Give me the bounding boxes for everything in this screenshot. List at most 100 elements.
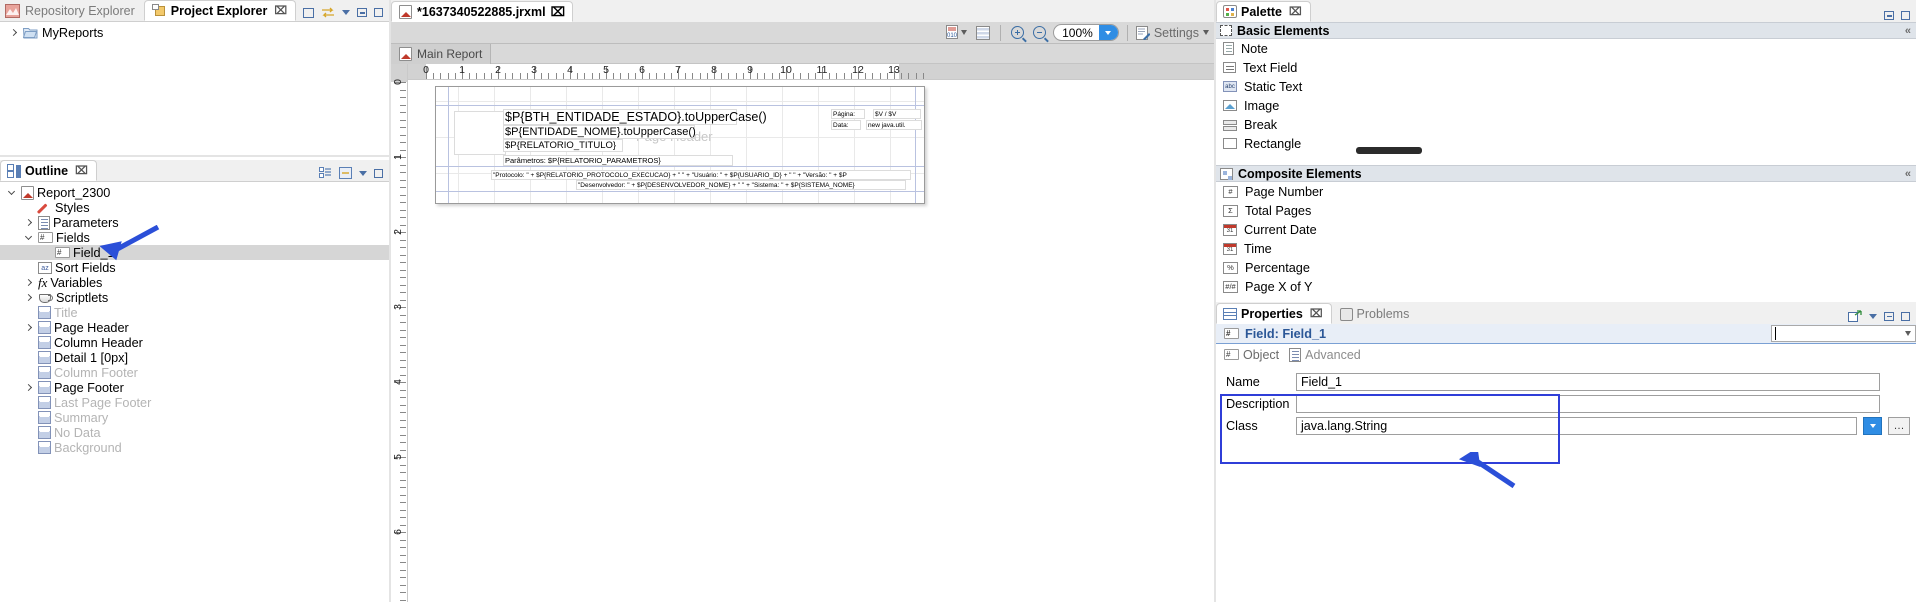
- tree-item-myreports[interactable]: MyReports: [0, 25, 389, 40]
- palette-item-percentage[interactable]: % Percentage: [1216, 258, 1916, 277]
- outline-item-fields[interactable]: # Fields: [0, 230, 389, 245]
- close-icon[interactable]: ⌧: [1310, 307, 1323, 320]
- outline-item-detail-1-0px[interactable]: Detail 1 [0px]: [0, 350, 389, 365]
- report-text-element[interactable]: $P{BTH_ENTIDADE_ESTADO}.toUpperCase(): [503, 109, 767, 125]
- palette-item-rectangle[interactable]: Rectangle: [1216, 134, 1916, 153]
- outline-item-scriptlets[interactable]: Scriptlets: [0, 290, 389, 305]
- close-icon[interactable]: ⌧: [274, 4, 287, 17]
- palette-item-total-pages[interactable]: Σ Total Pages: [1216, 201, 1916, 220]
- outline-item-title[interactable]: Title: [0, 305, 389, 320]
- expand-arrow-icon[interactable]: [21, 323, 35, 332]
- tab-main-report[interactable]: Main Report: [391, 43, 492, 64]
- collapse-group-icon[interactable]: «: [1905, 168, 1911, 180]
- field-selector-combo[interactable]: [1771, 325, 1916, 342]
- subtab-advanced[interactable]: Advanced: [1289, 347, 1361, 362]
- close-icon[interactable]: ⌧: [1289, 5, 1302, 18]
- outline-item-report-2300[interactable]: Report_2300: [0, 185, 389, 200]
- minimize-icon[interactable]: [1884, 11, 1894, 20]
- outline-item-parameters[interactable]: Parameters: [0, 215, 389, 230]
- show-bands-button[interactable]: [974, 24, 992, 42]
- class-field[interactable]: java.lang.String: [1296, 417, 1857, 435]
- chevron-down-icon[interactable]: [1203, 30, 1209, 35]
- sort-icon[interactable]: [319, 167, 332, 179]
- palette-group-composite-elements[interactable]: Composite Elements «: [1216, 165, 1916, 182]
- chevron-down-icon[interactable]: [1905, 331, 1911, 336]
- expand-arrow-icon[interactable]: [21, 278, 35, 287]
- palette-scroll-thumb[interactable]: [1356, 147, 1422, 154]
- outline-item-no-data[interactable]: No Data: [0, 425, 389, 440]
- horizontal-ruler[interactable]: 0 1 2 3 4 5 6 7 8 9 10 11 12 13: [408, 64, 1215, 80]
- new-window-icon[interactable]: [1848, 310, 1862, 322]
- tab-project-explorer[interactable]: Project Explorer ⌧: [143, 0, 297, 21]
- expand-arrow-icon[interactable]: [6, 28, 20, 37]
- report-text-element[interactable]: "Protocolo: " + $P{RELATORIO_PROTOCOLO_E…: [491, 170, 911, 180]
- report-text-element[interactable]: Data:: [831, 120, 861, 130]
- outline-item-last-page-footer[interactable]: Last Page Footer: [0, 395, 389, 410]
- palette-item-page-x-of-y[interactable]: #/# Page X of Y: [1216, 277, 1916, 296]
- zoom-in-button[interactable]: [1009, 24, 1026, 42]
- maximize-icon[interactable]: [374, 8, 383, 17]
- tab-repository-explorer[interactable]: Repository Explorer: [0, 0, 144, 21]
- tab-jrxml-file[interactable]: *1637340522885.jrxml ⌧: [391, 1, 573, 22]
- chevron-down-icon[interactable]: [1098, 25, 1118, 40]
- palette-item-page-number[interactable]: # Page Number: [1216, 182, 1916, 201]
- maximize-icon[interactable]: [1901, 11, 1910, 20]
- outline-item-summary[interactable]: Summary: [0, 410, 389, 425]
- report-text-element[interactable]: Parâmetros: $P{RELATORIO_PARAMETROS}: [503, 155, 733, 166]
- close-icon[interactable]: ⌧: [75, 164, 88, 177]
- palette-item-image[interactable]: Image: [1216, 96, 1916, 115]
- palette-item-time[interactable]: 31 Time: [1216, 239, 1916, 258]
- report-text-element[interactable]: $V / $V: [873, 109, 921, 119]
- view-menu-icon[interactable]: [342, 10, 350, 15]
- report-text-element[interactable]: "Desenvolvedor: " + $P{DESENVOLVEDOR_NOM…: [576, 180, 906, 190]
- palette-item-note[interactable]: Note: [1216, 39, 1916, 58]
- browse-class-button[interactable]: …: [1888, 417, 1910, 435]
- outline-item-column-footer[interactable]: Column Footer: [0, 365, 389, 380]
- report-text-element[interactable]: $P{RELATORIO_TITULO}: [503, 139, 623, 152]
- outline-item-variables[interactable]: fx Variables: [0, 275, 389, 290]
- outline-item-styles[interactable]: Styles: [0, 200, 389, 215]
- page-numbering-button[interactable]: 010: [943, 24, 969, 42]
- outline-item-page-header[interactable]: Page Header: [0, 320, 389, 335]
- collapse-arrow-icon[interactable]: [4, 187, 18, 196]
- minimize-icon[interactable]: [1884, 311, 1894, 321]
- collapse-group-icon[interactable]: «: [1905, 25, 1911, 37]
- chevron-down-icon[interactable]: [961, 30, 968, 35]
- maximize-icon[interactable]: [1901, 311, 1910, 321]
- description-field[interactable]: [1296, 395, 1880, 413]
- image-placeholder-element[interactable]: [454, 111, 506, 155]
- palette-item-current-date[interactable]: 31 Current Date: [1216, 220, 1916, 239]
- outline-item-background[interactable]: Background: [0, 440, 389, 455]
- left-horizontal-splitter[interactable]: [0, 155, 389, 157]
- report-text-element[interactable]: $P{ENTIDADE_NOME}.toUpperCase(): [503, 125, 696, 139]
- name-field[interactable]: Field_1: [1296, 373, 1880, 391]
- palette-item-text-field[interactable]: Text Field: [1216, 58, 1916, 77]
- chevron-down-icon[interactable]: [1863, 417, 1882, 435]
- minimize-icon[interactable]: [357, 8, 367, 17]
- view-menu-icon[interactable]: [359, 170, 367, 176]
- collapse-all-icon[interactable]: [303, 7, 314, 18]
- outline-item-field-1[interactable]: # Field_1: [0, 245, 389, 260]
- tab-palette[interactable]: Palette ⌧: [1216, 1, 1311, 22]
- settings-button[interactable]: Settings: [1135, 25, 1209, 40]
- design-canvas[interactable]: Page Header $P{BTH_ENTIDADE_ESTADO}.toUp…: [408, 81, 1215, 602]
- zoom-out-button[interactable]: [1031, 24, 1048, 42]
- link-with-editor-icon[interactable]: [321, 6, 335, 19]
- expand-arrow-icon[interactable]: [21, 383, 35, 392]
- expand-arrow-icon[interactable]: [21, 293, 35, 302]
- tab-outline[interactable]: Outline ⌧: [0, 160, 97, 181]
- outline-item-column-header[interactable]: Column Header: [0, 335, 389, 350]
- report-text-element[interactable]: Página:: [831, 109, 865, 119]
- zoom-level-combo[interactable]: 100%: [1053, 24, 1119, 41]
- subtab-object[interactable]: # Object: [1224, 348, 1279, 362]
- report-page[interactable]: Page Header $P{BTH_ENTIDADE_ESTADO}.toUp…: [435, 86, 925, 204]
- view-menu-icon[interactable]: [1869, 313, 1877, 319]
- collapse-arrow-icon[interactable]: [21, 232, 35, 241]
- close-icon[interactable]: ⌧: [551, 4, 565, 19]
- link-with-editor-icon[interactable]: [339, 167, 352, 179]
- palette-item-static-text[interactable]: abc Static Text: [1216, 77, 1916, 96]
- report-text-element[interactable]: new java.util.: [866, 120, 922, 130]
- maximize-icon[interactable]: [374, 168, 383, 178]
- palette-item-break[interactable]: Break: [1216, 115, 1916, 134]
- expand-arrow-icon[interactable]: [21, 218, 35, 227]
